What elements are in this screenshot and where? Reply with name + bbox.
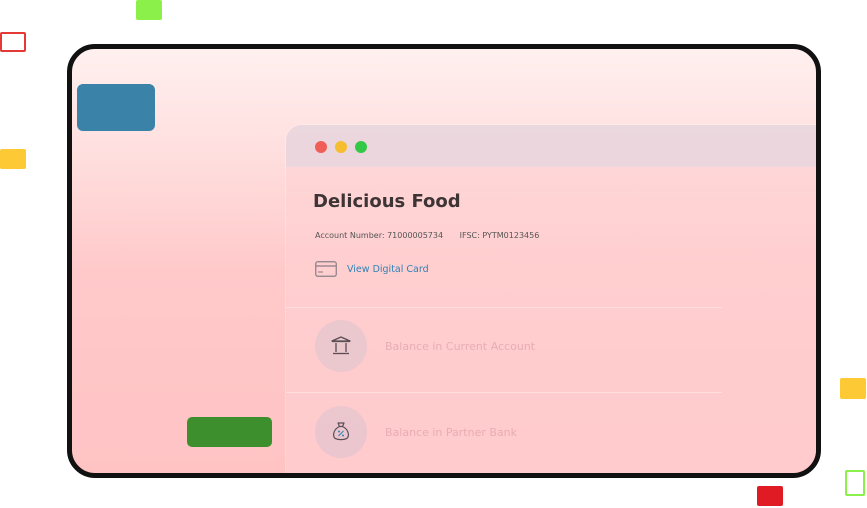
blue-decoration (77, 84, 155, 131)
money-bag-icon (315, 406, 367, 458)
green-decoration (187, 417, 272, 447)
account-details: Account Number: 71000005734 IFSC: PYTM01… (315, 231, 539, 240)
ifsc-code: IFSC: PYTM0123456 (459, 231, 540, 240)
page-title: Delicious Food (313, 191, 461, 212)
list-item-label: Balance in Partner Bank (385, 425, 517, 439)
list-item-label: Balance in Current Account (385, 339, 536, 353)
list-item[interactable]: Balance in Current Account (315, 320, 535, 372)
list-item[interactable]: Balance in Partner Bank (315, 406, 517, 458)
close-window-button[interactable] (315, 141, 327, 153)
confetti-yellow-left (0, 149, 26, 169)
view-digital-card-link[interactable]: View Digital Card (315, 261, 429, 277)
account-number: Account Number: 71000005734 (315, 231, 444, 240)
divider (286, 392, 722, 393)
confetti-red-bottom (757, 486, 783, 506)
credit-card-icon (315, 261, 337, 277)
maximize-window-button[interactable] (355, 141, 367, 153)
confetti-green-outline (845, 470, 865, 496)
minimize-window-button[interactable] (335, 141, 347, 153)
bank-icon (315, 320, 367, 372)
confetti-yellow-right (840, 378, 866, 399)
confetti-red-outline (0, 32, 26, 52)
view-digital-card-label: View Digital Card (347, 263, 429, 275)
divider (286, 307, 722, 308)
app-window: Delicious Food Account Number: 710000057… (286, 125, 816, 473)
device-frame: Delicious Food Account Number: 710000057… (67, 44, 821, 478)
window-titlebar (286, 125, 816, 167)
confetti-green-top (136, 0, 162, 20)
